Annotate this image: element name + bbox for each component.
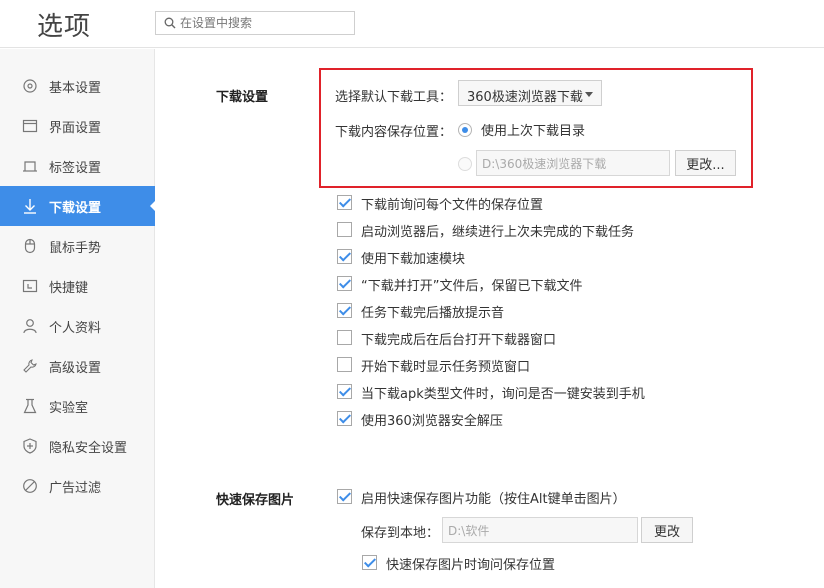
- sidebar-item-basic[interactable]: 基本设置: [0, 66, 155, 106]
- download-tool-value: 360极速浏览器下载: [467, 90, 583, 105]
- change-path-button[interactable]: 更改...: [675, 150, 736, 176]
- sidebar-item-advanced[interactable]: 高级设置: [0, 346, 155, 386]
- save-location-label: 下载内容保存位置：: [335, 125, 453, 140]
- checkbox[interactable]: [337, 330, 352, 345]
- download-tool-label: 选择默认下载工具：: [335, 90, 453, 105]
- checkbox[interactable]: [337, 222, 352, 237]
- sidebar-item-adblock[interactable]: 广告过滤: [0, 466, 155, 506]
- checkbox[interactable]: [337, 249, 352, 264]
- sidebar-item-lab[interactable]: 实验室: [0, 386, 155, 426]
- sidebar-item-shortcuts[interactable]: 快捷键: [0, 266, 155, 306]
- quick-save-path-field[interactable]: [442, 517, 638, 543]
- sidebar-item-profile[interactable]: 个人资料: [0, 306, 155, 346]
- sidebar-item-label: 隐私安全设置: [49, 441, 128, 456]
- sidebar-item-label: 标签设置: [49, 161, 102, 176]
- checkbox[interactable]: [337, 276, 352, 291]
- sidebar-item-label: 个人资料: [49, 321, 102, 336]
- sidebar-item-interface[interactable]: 界面设置: [0, 106, 155, 146]
- option-label: 当下载apk类型文件时，询问是否一键安装到手机: [361, 387, 645, 402]
- checkbox[interactable]: [362, 555, 377, 570]
- use-last-dir-label: 使用上次下载目录: [481, 124, 586, 139]
- sidebar-item-tabs[interactable]: 标签设置: [0, 146, 155, 186]
- header: 选项: [0, 0, 824, 48]
- option-label: 使用下载加速模块: [361, 252, 466, 267]
- option-label: 启动浏览器后，继续进行上次未完成的下载任务: [361, 225, 635, 240]
- save-to-label: 保存到本地：: [361, 526, 440, 541]
- option-label: 快速保存图片时询问保存位置: [386, 558, 556, 573]
- download-section-title: 下载设置: [216, 90, 269, 105]
- user-icon: [23, 319, 37, 334]
- checkbox[interactable]: [337, 195, 352, 210]
- sidebar-item-label: 鼠标手势: [49, 241, 102, 256]
- sidebar-item-label: 界面设置: [49, 121, 102, 136]
- tab-icon: [23, 161, 37, 172]
- option-label: 开始下载时显示任务预览窗口: [361, 360, 531, 375]
- sidebar-item-label: 下载设置: [49, 201, 102, 216]
- option-label: 启用快速保存图片功能（按住Alt键单击图片）: [361, 492, 626, 507]
- option-label: 下载完成后在后台打开下载器窗口: [361, 333, 557, 348]
- checkbox[interactable]: [337, 411, 352, 426]
- sidebar: 基本设置 界面设置 标签设置 下载设置 鼠标手势 快捷键 个人资料 高级设置 实…: [0, 49, 156, 588]
- sidebar-item-label: 快捷键: [49, 281, 89, 296]
- download-tool-select[interactable]: 360极速浏览器下载: [458, 80, 602, 106]
- checkbox[interactable]: [337, 489, 352, 504]
- sidebar-item-label: 基本设置: [49, 81, 102, 96]
- flask-icon: [23, 398, 37, 414]
- checkbox[interactable]: [337, 357, 352, 372]
- checkbox[interactable]: [337, 384, 352, 399]
- mouse-icon: [24, 238, 36, 254]
- option-label: “下载并打开”文件后，保留已下载文件: [361, 279, 583, 294]
- search-input[interactable]: [180, 14, 350, 32]
- download-path-field[interactable]: [476, 150, 670, 176]
- window-icon: [22, 119, 38, 133]
- shortcut-icon: [22, 279, 38, 293]
- download-icon: [24, 199, 36, 214]
- block-icon: [23, 479, 37, 493]
- sidebar-item-label: 高级设置: [49, 361, 102, 376]
- option-label: 任务下载完后播放提示音: [361, 306, 505, 321]
- use-last-dir-radio[interactable]: [458, 123, 472, 137]
- sidebar-item-label: 广告过滤: [49, 481, 102, 496]
- checkbox[interactable]: [337, 303, 352, 318]
- custom-dir-radio[interactable]: [458, 157, 472, 171]
- search-box[interactable]: [155, 11, 355, 35]
- shield-icon: [23, 438, 37, 454]
- option-label: 下载前询问每个文件的保存位置: [361, 198, 544, 213]
- page-title: 选项: [37, 12, 92, 42]
- sidebar-item-mouse-gestures[interactable]: 鼠标手势: [0, 226, 155, 266]
- quick-save-change-button[interactable]: 更改: [641, 517, 693, 543]
- sidebar-item-privacy[interactable]: 隐私安全设置: [0, 426, 155, 466]
- sidebar-item-download[interactable]: 下载设置: [0, 186, 156, 226]
- wrench-icon: [23, 359, 37, 373]
- gear-icon: [23, 79, 37, 93]
- chevron-down-icon: [585, 92, 593, 97]
- quick-save-section-title: 快速保存图片: [216, 493, 295, 508]
- search-icon: [164, 17, 176, 29]
- sidebar-item-label: 实验室: [49, 401, 89, 416]
- option-label: 使用360浏览器安全解压: [361, 414, 503, 429]
